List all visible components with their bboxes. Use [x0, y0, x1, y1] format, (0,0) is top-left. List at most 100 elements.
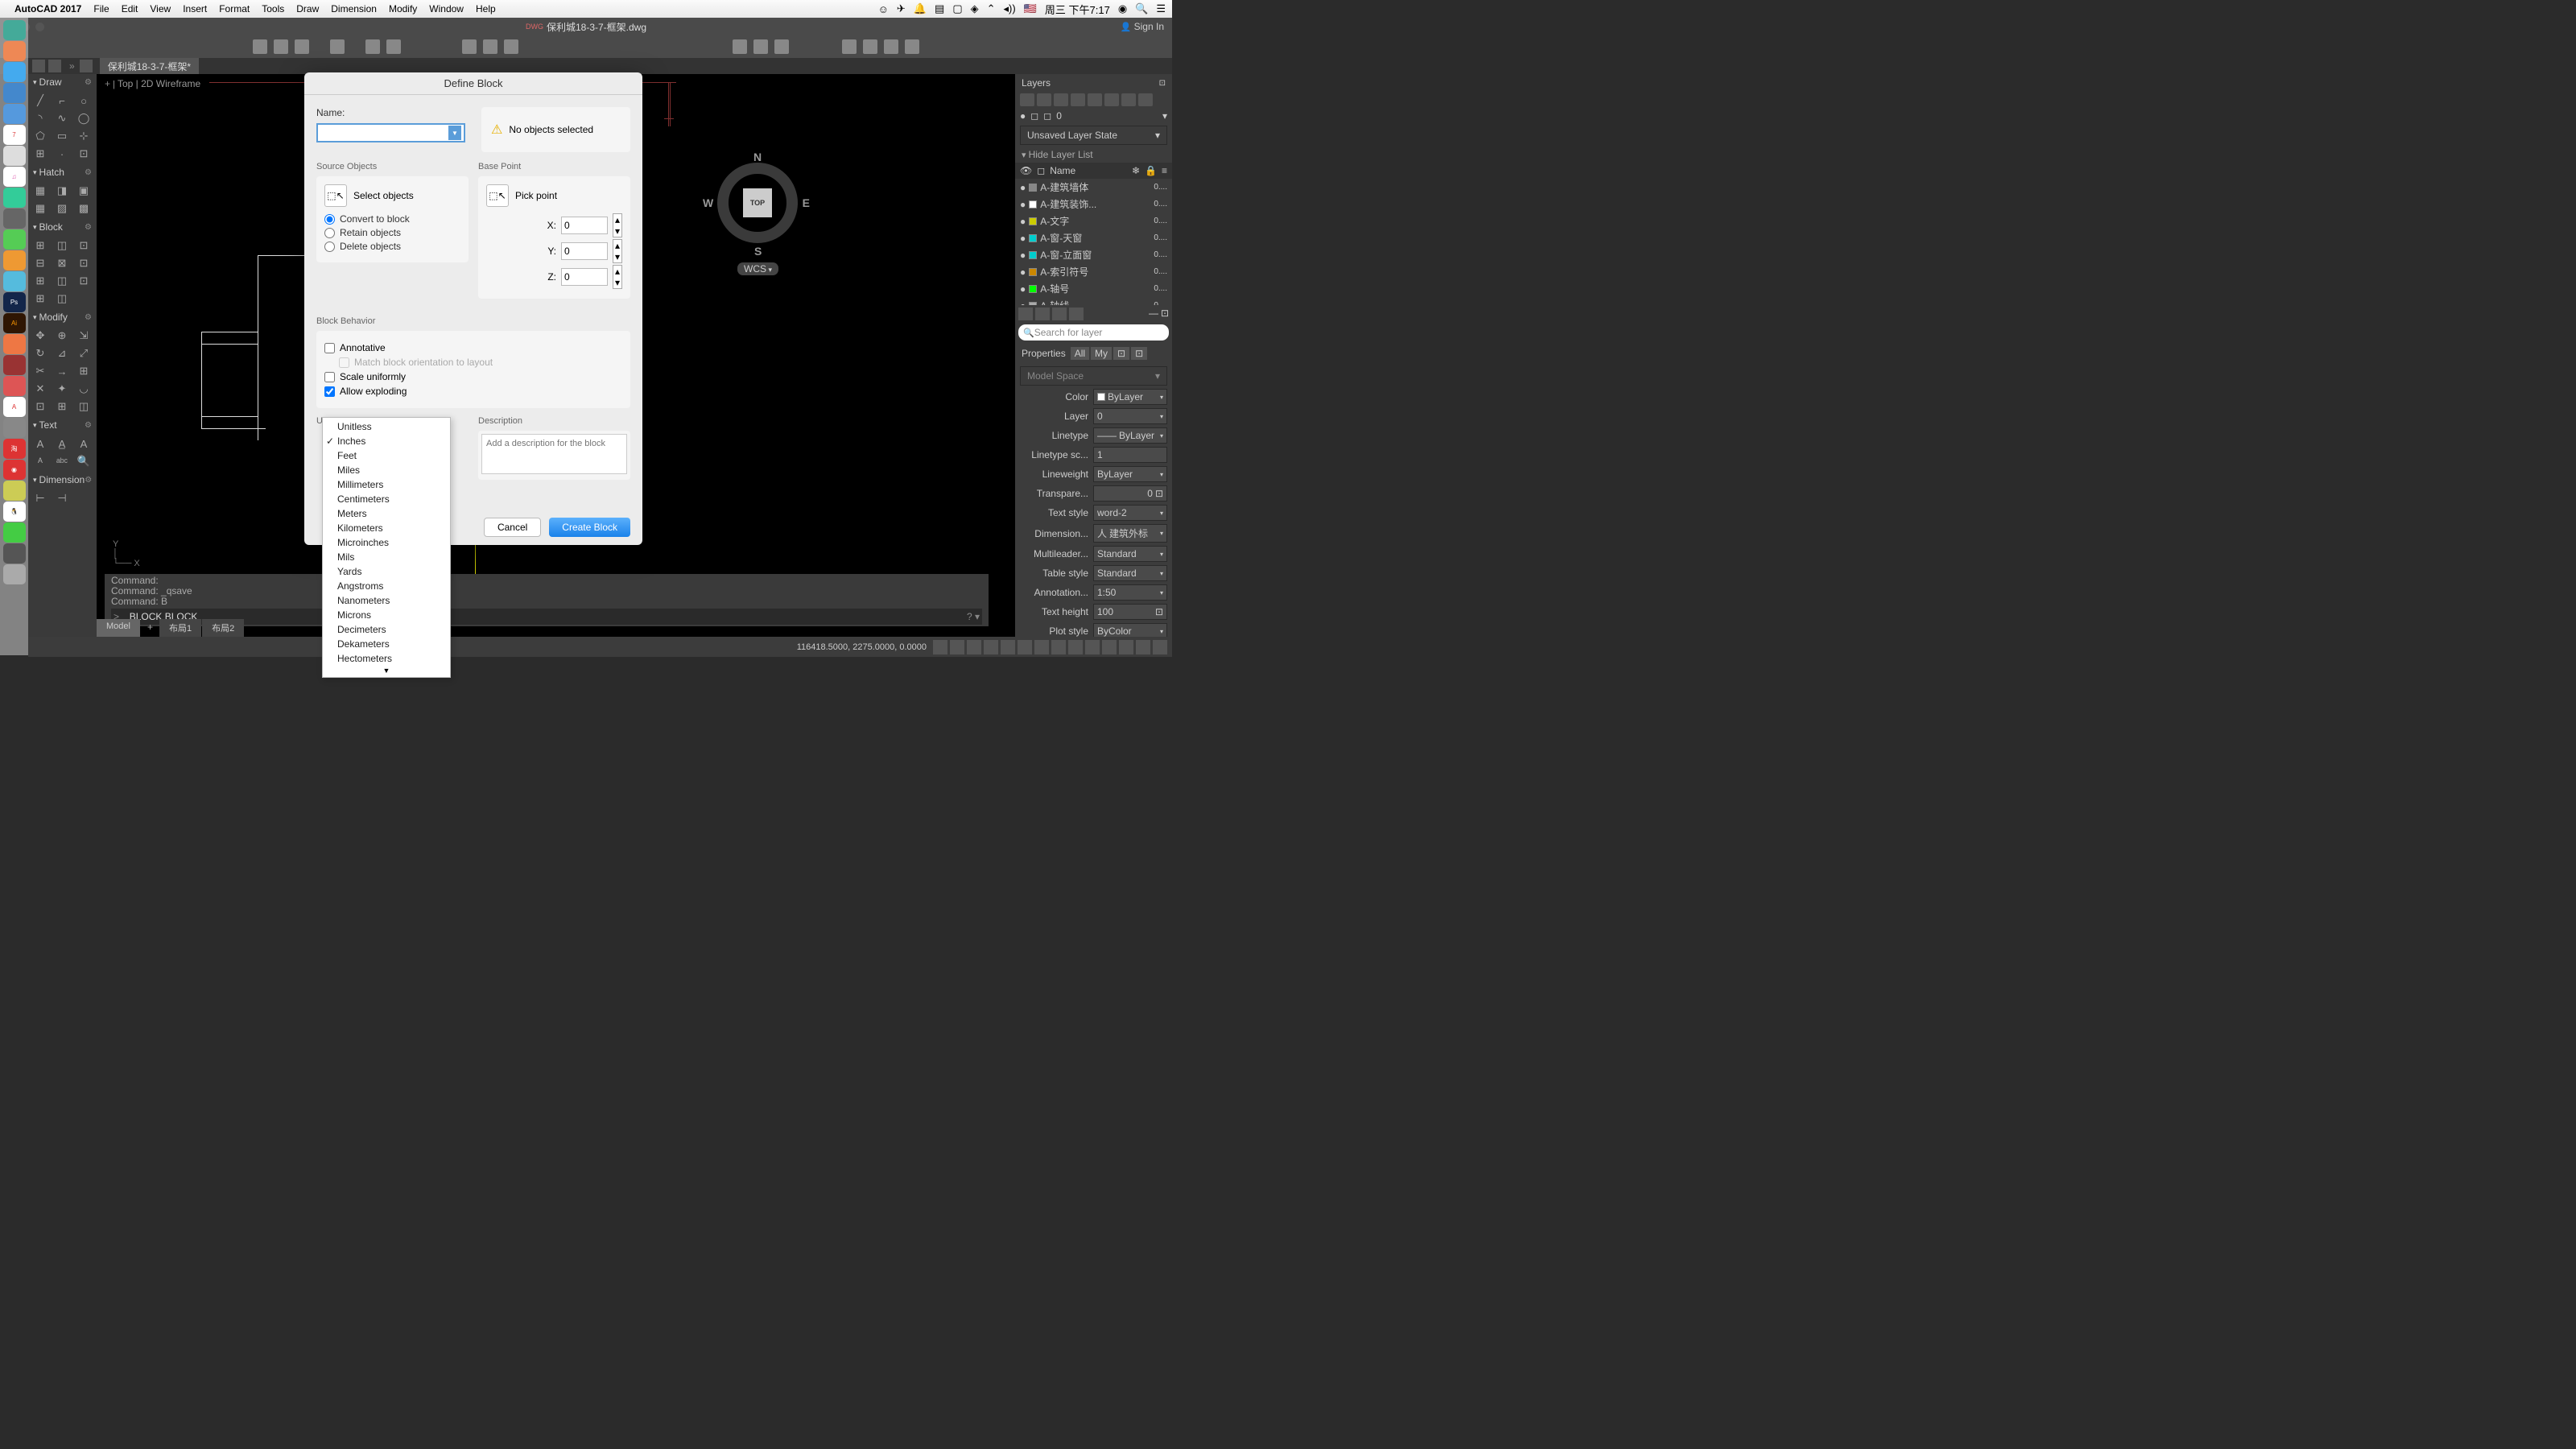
explode-icon[interactable]: ✦: [52, 381, 72, 397]
spell-icon[interactable]: ᵃᵇᶜ: [52, 453, 72, 469]
status-tool-icon[interactable]: [950, 640, 964, 654]
layer-state-dropdown[interactable]: Unsaved Layer State▾: [1020, 126, 1167, 145]
layer-row[interactable]: ●A-建筑墙体0....: [1015, 179, 1172, 196]
unit-option[interactable]: Feet: [323, 448, 450, 463]
spotlight-icon[interactable]: 🔍: [1135, 2, 1148, 15]
dock-app-icon[interactable]: [3, 83, 26, 103]
panel-section-block[interactable]: ▾Block⚙: [28, 219, 97, 235]
x-input[interactable]: [561, 217, 608, 234]
menu-icon[interactable]: ☰: [1156, 2, 1166, 15]
circle-icon[interactable]: ○: [74, 93, 93, 109]
tool-icon[interactable]: ⊹: [74, 128, 93, 144]
tab-all[interactable]: All: [1071, 347, 1089, 360]
tool-icon[interactable]: ⊞: [31, 273, 50, 289]
chevron-down-icon[interactable]: ▼: [448, 126, 461, 140]
radio-retain[interactable]: Retain objects: [324, 227, 460, 238]
hatch-icon[interactable]: ▦: [31, 183, 50, 199]
plot-icon[interactable]: [330, 39, 345, 54]
dim-icon[interactable]: ⊣: [52, 490, 72, 506]
dock-app-icon[interactable]: [3, 418, 26, 438]
check-allow-exploding[interactable]: Allow exploding: [324, 386, 622, 397]
dock-wechat-icon[interactable]: [3, 522, 26, 543]
arc-icon[interactable]: ◝: [31, 110, 50, 126]
status-icon[interactable]: ▤: [935, 2, 944, 15]
stepper-icon[interactable]: ▴▾: [613, 213, 622, 237]
app-name[interactable]: AutoCAD 2017: [14, 3, 81, 14]
status-tool-icon[interactable]: [967, 640, 981, 654]
tool-icon[interactable]: ⊟: [31, 255, 50, 271]
panel-section-dimension[interactable]: ▾Dimension⚙: [28, 472, 97, 488]
status-tool-icon[interactable]: [1136, 640, 1150, 654]
layer-current[interactable]: ●◻◻0▾: [1015, 108, 1172, 124]
prop-mleader[interactable]: Standard▾: [1093, 546, 1167, 562]
status-icon[interactable]: ✈: [897, 2, 906, 15]
line-icon[interactable]: ╱: [31, 93, 50, 109]
tool-icon[interactable]: ᴬ: [31, 453, 50, 469]
panel-section-modify[interactable]: ▾Modify⚙: [28, 309, 97, 325]
radio-delete[interactable]: Delete objects: [324, 241, 460, 252]
unit-option[interactable]: Miles: [323, 463, 450, 477]
point-icon[interactable]: ·: [52, 146, 72, 162]
prop-annoscale[interactable]: 1:50▾: [1093, 584, 1167, 601]
status-tool-icon[interactable]: [1034, 640, 1049, 654]
tool-icon[interactable]: ⊡: [74, 273, 93, 289]
menu-format[interactable]: Format: [219, 3, 250, 14]
unit-option[interactable]: Inches: [323, 434, 450, 448]
menu-modify[interactable]: Modify: [389, 3, 417, 14]
tool-icon[interactable]: ⊡: [74, 237, 93, 254]
tool-icon[interactable]: [504, 39, 518, 54]
status-tool-icon[interactable]: [933, 640, 947, 654]
layer-tool-icon[interactable]: [1035, 308, 1050, 320]
status-tool-icon[interactable]: [1153, 640, 1167, 654]
menu-window[interactable]: Window: [429, 3, 464, 14]
view-label[interactable]: + | Top | 2D Wireframe: [105, 78, 200, 89]
unit-option[interactable]: Meters: [323, 506, 450, 521]
save-icon[interactable]: [295, 39, 309, 54]
wifi-icon[interactable]: ◈: [971, 2, 979, 15]
tool-icon[interactable]: ◫: [52, 291, 72, 307]
menu-insert[interactable]: Insert: [183, 3, 207, 14]
layer-search-input[interactable]: 🔍 Search for layer: [1018, 324, 1169, 341]
dock-app-icon[interactable]: [3, 334, 26, 354]
layer-tool-icon[interactable]: [1121, 93, 1136, 106]
wcs-indicator[interactable]: WCS ▾: [737, 262, 778, 275]
prop-transparency[interactable]: 0⊡: [1093, 485, 1167, 502]
prop-textheight[interactable]: 100⊡: [1093, 604, 1167, 620]
status-tool-icon[interactable]: [1018, 640, 1032, 654]
status-tool-icon[interactable]: [1119, 640, 1133, 654]
select-objects-button[interactable]: ⬚↖: [324, 184, 347, 207]
file-tab[interactable]: 保利城18-3-7-框架*: [100, 58, 199, 75]
tool-icon[interactable]: ▦: [31, 200, 50, 217]
description-textarea[interactable]: [481, 434, 627, 474]
dock-app-icon[interactable]: 淘: [3, 439, 26, 459]
wifi-icon[interactable]: ⌃: [987, 2, 996, 15]
redo-icon[interactable]: [386, 39, 401, 54]
tool-icon[interactable]: ⊞: [31, 146, 50, 162]
dock-qq-icon[interactable]: 🐧: [3, 502, 26, 522]
dock-app-icon[interactable]: [3, 250, 26, 270]
copy-icon[interactable]: ⊕: [52, 328, 72, 344]
undo-icon[interactable]: [365, 39, 380, 54]
dock-calendar-icon[interactable]: 7: [3, 125, 26, 145]
block-name-input[interactable]: [320, 127, 448, 138]
dock-app-icon[interactable]: [3, 146, 26, 166]
clock[interactable]: 周三 下午7:17: [1045, 2, 1110, 17]
layer-tool-icon[interactable]: [1069, 308, 1084, 320]
radio-convert[interactable]: Convert to block: [324, 213, 460, 225]
menu-file[interactable]: File: [93, 3, 109, 14]
layer-row[interactable]: ●A-窗-天窗0....: [1015, 229, 1172, 246]
tool-icon[interactable]: ⊡: [74, 255, 93, 271]
z-input[interactable]: [561, 268, 608, 286]
fillet-icon[interactable]: ◡: [74, 381, 93, 397]
layer-tool-icon[interactable]: [1037, 93, 1051, 106]
layer-tool-icon[interactable]: [1020, 93, 1034, 106]
dock-mail-icon[interactable]: [3, 104, 26, 124]
prop-dimstyle[interactable]: 人建筑外标▾: [1093, 524, 1167, 543]
layer-row[interactable]: ●A-窗-立面窗0....: [1015, 246, 1172, 263]
status-tool-icon[interactable]: [1068, 640, 1083, 654]
volume-icon[interactable]: ◂)): [1004, 2, 1016, 15]
scale-icon[interactable]: ⤢: [74, 345, 93, 361]
stepper-icon[interactable]: ▴▾: [613, 265, 622, 289]
dock-numbers-icon[interactable]: [3, 229, 26, 250]
trim-icon[interactable]: ✂: [31, 363, 50, 379]
